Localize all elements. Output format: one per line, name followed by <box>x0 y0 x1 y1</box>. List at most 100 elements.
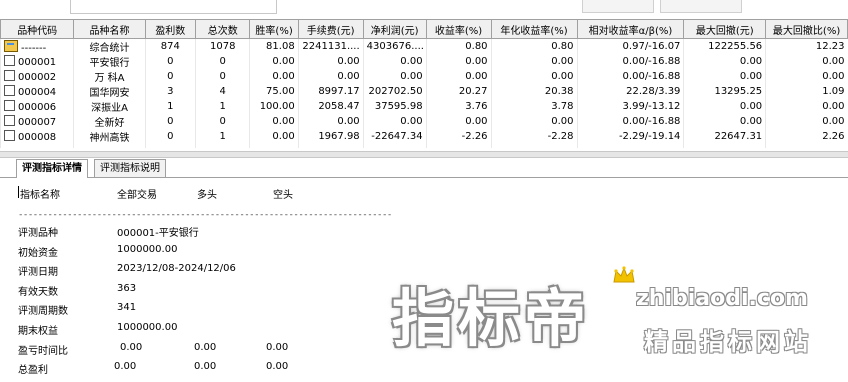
table-cell: 13295.25 <box>683 84 766 99</box>
table-row[interactable]: 000007 全新好 0 0 0.00 0.00 0.00 0.00 0.00 0.00/-16.… <box>0 114 848 129</box>
table-row[interactable]: 000008 神州高铁 0 1 0.00 1967.98 -22647.34 -2.26 -2.… <box>0 129 848 144</box>
table-row[interactable]: 000001 平安银行 0 0 0.00 0.00 0.00 0.00 0.00 0.00/-16… <box>0 54 848 69</box>
table-cell: 2058.47 <box>297 99 364 114</box>
table-header: 品种代码 品种名称 盈利数 总次数 胜率(%) 手续费(元) 净利润(元) 收益… <box>0 19 848 39</box>
metric-value-all: 341 <box>117 302 137 313</box>
col-header[interactable]: 净利润(元) <box>362 19 427 39</box>
table-row-clipped <box>0 144 848 148</box>
table-row[interactable]: 000006 深振业A 1 1 100.00 2058.47 37595.98 3.76 3.7… <box>0 99 848 114</box>
table-cell: -2.28 <box>490 129 577 144</box>
code-cell: 000002 <box>0 69 74 84</box>
metric-value-all: 000001-平安银行 <box>117 228 199 239</box>
table-cell: 20.27 <box>425 84 492 99</box>
table-cell: -2.29/-19.14 <box>576 129 684 144</box>
cell-text: 000001 <box>18 57 57 68</box>
toolbar-input[interactable] <box>70 0 277 14</box>
metric-label: 评测品种 <box>18 228 58 239</box>
separator-line: ----------------------------------------… <box>18 210 392 220</box>
col-header[interactable]: 品种代码 <box>0 19 75 39</box>
code-cell: ------- <box>0 38 74 54</box>
table-cell: 0.00 <box>425 114 492 129</box>
table-cell <box>249 144 299 148</box>
metric-value-short: 0.00 <box>266 361 289 372</box>
table-cell: 0.00 <box>362 114 427 129</box>
table-cell: 8997.17 <box>297 84 364 99</box>
table-cell: 0.97/-16.07 <box>576 38 684 54</box>
table-cell <box>0 144 74 148</box>
table-cell: 0.00 <box>683 54 766 69</box>
col-header[interactable]: 品种名称 <box>73 19 146 39</box>
table-cell: 0.80 <box>490 38 577 54</box>
table-cell: 0.00 <box>683 114 766 129</box>
table-cell: 202702.50 <box>362 84 427 99</box>
table-body: ------- 综合统计 874 1078 81.08 2241131.... 430367… <box>0 38 848 148</box>
tab-explain[interactable]: 评测指标说明 <box>94 159 166 177</box>
table-cell: 0.00 <box>297 54 364 69</box>
table-row[interactable]: 000002 万 科A 0 0 0.00 0.00 0.00 0.00 0.00 0.00/-16… <box>0 69 848 84</box>
toolbar-button-1[interactable] <box>582 0 654 13</box>
table-cell: 0 <box>144 129 196 144</box>
tab-detail[interactable]: 评测指标详情 <box>16 159 88 178</box>
document-icon <box>4 55 15 66</box>
metric-label: 评测周期数 <box>18 306 68 317</box>
col-header[interactable]: 手续费(元) <box>297 19 364 39</box>
cell-text: 000006 <box>18 102 57 113</box>
metric-value-all: 1000000.00 <box>117 244 178 255</box>
table-cell: 万 科A <box>73 69 146 84</box>
metric-label: 初始资金 <box>18 248 58 259</box>
table-cell: 22647.31 <box>683 129 766 144</box>
watermark-url: zhibiaodi.com <box>636 286 808 311</box>
toolbar-button-2[interactable] <box>660 0 742 13</box>
col-header[interactable]: 盈利数 <box>144 19 196 39</box>
col-header[interactable]: 年化收益率(%) <box>490 19 578 39</box>
table-cell: 0.00 <box>765 54 848 69</box>
cell-text: 000004 <box>18 87 57 98</box>
table-cell: 1078 <box>194 38 250 54</box>
document-icon <box>4 100 15 111</box>
table-cell: 0.00 <box>297 114 364 129</box>
table-cell: 4 <box>194 84 250 99</box>
col-header[interactable]: 最大回撤(元) <box>683 19 767 39</box>
col-header[interactable]: 收益率(%) <box>425 19 492 39</box>
table-cell: 0.00/-16.88 <box>576 114 684 129</box>
table-cell: 37595.98 <box>362 99 427 114</box>
code-cell: 000001 <box>0 54 74 69</box>
table-cell: 0.00 <box>490 69 577 84</box>
col-header[interactable]: 总次数 <box>194 19 251 39</box>
splitter[interactable] <box>0 151 848 158</box>
metric-value-all: 1000000.00 <box>117 322 178 333</box>
detail-header-all: 全部交易 <box>117 190 157 201</box>
table-cell: 874 <box>144 38 196 54</box>
table-cell: 0.80 <box>425 38 492 54</box>
metric-label: 总盈利 <box>18 365 48 376</box>
col-header[interactable]: 相对收益率α/β(%) <box>576 19 685 39</box>
table-cell: 0.00 <box>362 54 427 69</box>
metric-value-long: 0.00 <box>194 342 217 353</box>
metric-label: 评测日期 <box>18 267 58 278</box>
metric-value-long: 0.00 <box>194 361 217 372</box>
summary-row[interactable]: ------- 综合统计 874 1078 81.08 2241131.... 430367… <box>0 38 848 54</box>
results-table: 品种代码 品种名称 盈利数 总次数 胜率(%) 手续费(元) 净利润(元) 收益… <box>0 19 848 148</box>
table-row[interactable]: 000004 国华网安 3 4 75.00 8997.17 202702.50 20.27 20… <box>0 84 848 99</box>
table-cell: 20.38 <box>490 84 577 99</box>
text-cursor <box>18 186 19 198</box>
table-cell: 0.00 <box>765 114 848 129</box>
col-header[interactable]: 胜率(%) <box>249 19 299 39</box>
table-cell: 4303676.... <box>362 38 427 54</box>
table-cell <box>683 144 766 148</box>
table-cell: 12.23 <box>765 38 848 54</box>
table-cell: 2.26 <box>765 129 848 144</box>
table-cell: 0 <box>194 54 250 69</box>
table-cell: 0.00 <box>249 114 299 129</box>
table-cell: 0.00 <box>249 69 299 84</box>
table-cell <box>425 144 492 148</box>
table-cell: 1 <box>144 99 196 114</box>
table-cell: 22.28/3.39 <box>576 84 684 99</box>
table-cell: 0.00 <box>490 54 577 69</box>
col-header[interactable]: 最大回撤比(%) <box>765 19 848 39</box>
code-cell: 000006 <box>0 99 74 114</box>
table-cell <box>490 144 577 148</box>
table-cell: -22647.34 <box>362 129 427 144</box>
metric-value-short: 0.00 <box>266 342 289 353</box>
cell-text: 000008 <box>18 132 57 143</box>
